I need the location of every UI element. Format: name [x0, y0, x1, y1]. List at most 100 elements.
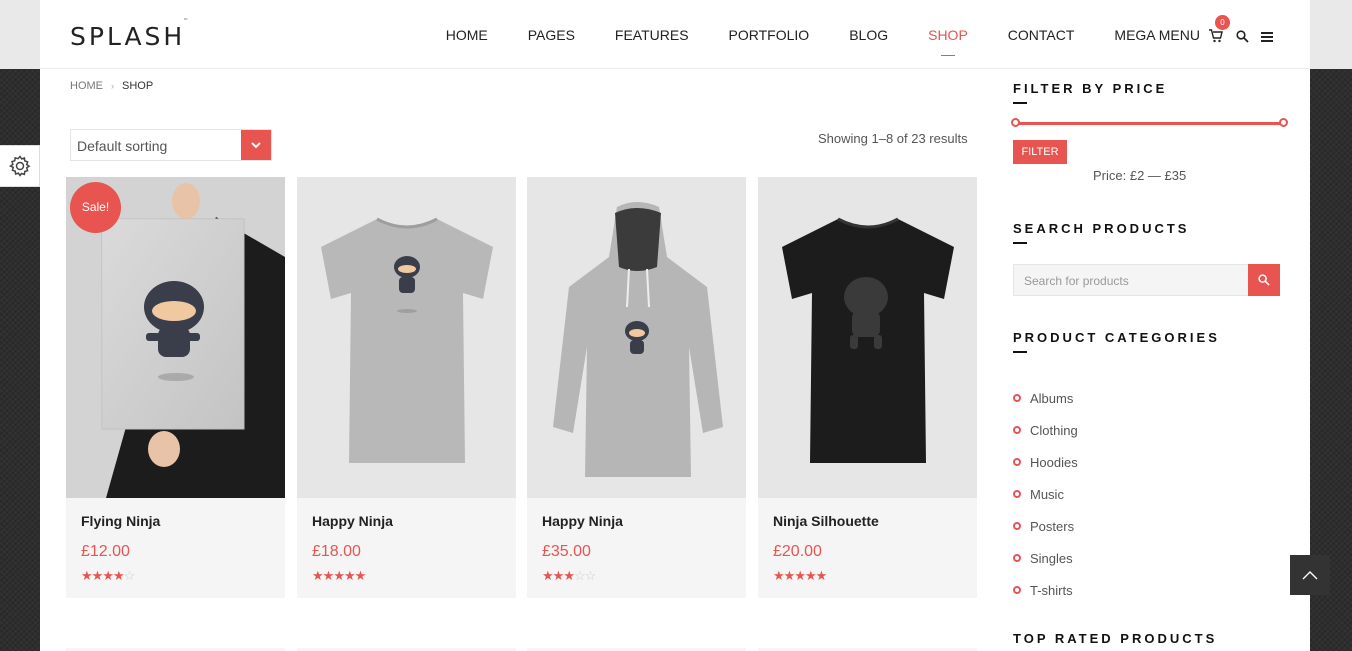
star-filled-icon: ★: [312, 568, 324, 583]
product-rating: ★★★★★: [312, 568, 366, 584]
sorting-selected-value: Default sorting: [77, 138, 168, 154]
sorting-select[interactable]: Default sorting: [70, 129, 272, 161]
page-container: SPLASH™ HOME PAGES FEATURES PORTFOLIO BL…: [40, 0, 1310, 651]
star-filled-icon: ★: [804, 568, 817, 583]
product-price: £12.00: [81, 543, 130, 560]
star-filled-icon: ★: [815, 568, 828, 583]
price-range-label: Price: £2 — £35: [1093, 168, 1187, 183]
product-name[interactable]: Happy Ninja: [312, 513, 393, 529]
product-rating: ★★★★★: [773, 568, 828, 584]
star-filled-icon: ★: [563, 568, 575, 583]
category-list: Albums Clothing Hoodies Music Posters Si…: [1013, 382, 1078, 606]
category-item[interactable]: Posters: [1013, 510, 1078, 542]
product-image[interactable]: [297, 177, 516, 498]
product-name[interactable]: Flying Ninja: [81, 513, 160, 529]
header-icons: 0: [1200, 0, 1310, 69]
sorting-dropdown-button[interactable]: [241, 130, 271, 160]
cart-count-badge: 0: [1215, 15, 1230, 30]
product-search-input[interactable]: Search for products: [1013, 264, 1280, 296]
product-price: £20.00: [773, 543, 822, 560]
nav-home[interactable]: HOME: [446, 28, 488, 42]
star-filled-icon: ★: [322, 568, 335, 583]
star-filled-icon: ★: [794, 568, 806, 583]
settings-panel-toggle[interactable]: [0, 145, 40, 187]
star-filled-icon: ★: [343, 568, 356, 583]
star-filled-icon: ★: [112, 568, 125, 583]
gear-icon: [8, 155, 30, 177]
nav-shop[interactable]: SHOP: [928, 28, 968, 56]
category-item[interactable]: T-shirts: [1013, 574, 1078, 606]
scroll-to-top-button[interactable]: [1290, 555, 1330, 595]
nav-pages[interactable]: PAGES: [528, 28, 575, 42]
search-products-title: SEARCH PRODUCTS: [1013, 221, 1190, 244]
category-item[interactable]: Singles: [1013, 542, 1078, 574]
nav-blog[interactable]: BLOG: [849, 28, 888, 42]
star-empty-icon: ☆: [123, 568, 136, 583]
sale-badge: Sale!: [70, 182, 121, 233]
product-card[interactable]: Ninja Silhouette £20.00 ★★★★★: [758, 177, 977, 598]
product-rating: ★★★☆☆: [542, 568, 597, 584]
product-name[interactable]: Ninja Silhouette: [773, 513, 879, 529]
product-image[interactable]: Sale!: [66, 177, 285, 498]
circle-bullet-icon: [1013, 394, 1021, 402]
star-filled-icon: ★: [91, 568, 104, 583]
grey-hoodie-image: [527, 177, 746, 498]
nav-portfolio[interactable]: PORTFOLIO: [729, 28, 810, 42]
product-image[interactable]: [758, 177, 977, 498]
star-filled-icon: ★: [333, 568, 345, 583]
star-filled-icon: ★: [552, 568, 565, 583]
product-price: £35.00: [542, 543, 591, 560]
product-card[interactable]: Happy Ninja £18.00 ★★★★★: [297, 177, 516, 598]
category-item[interactable]: Music: [1013, 478, 1078, 510]
category-item[interactable]: Clothing: [1013, 414, 1078, 446]
chevron-down-icon: [251, 141, 261, 148]
search-placeholder: Search for products: [1024, 274, 1129, 288]
site-logo[interactable]: SPLASH™: [70, 18, 190, 51]
product-categories-title: PRODUCT CATEGORIES: [1013, 330, 1220, 353]
top-rated-products-title: TOP RATED PRODUCTS: [1013, 631, 1218, 646]
nav-mega-menu[interactable]: MEGA MENU: [1114, 28, 1200, 42]
search-icon: [1258, 274, 1270, 286]
main-nav: HOME PAGES FEATURES PORTFOLIO BLOG SHOP …: [446, 0, 1200, 69]
circle-bullet-icon: [1013, 490, 1021, 498]
product-image[interactable]: [527, 177, 746, 498]
chevron-up-icon: [1302, 571, 1318, 580]
product-price: £18.00: [312, 543, 361, 560]
breadcrumb-current: SHOP: [122, 80, 154, 92]
search-submit-button[interactable]: [1248, 264, 1280, 296]
cart-icon[interactable]: [1209, 29, 1223, 43]
product-name[interactable]: Happy Ninja: [542, 513, 623, 529]
price-slider-max-handle[interactable]: [1279, 118, 1288, 127]
breadcrumb-home[interactable]: HOME: [70, 80, 103, 92]
circle-bullet-icon: [1013, 554, 1021, 562]
product-card[interactable]: Sale! Flying Ninja £12.00 ★★★★☆: [66, 177, 285, 598]
star-empty-icon: ☆: [573, 568, 586, 583]
nav-contact[interactable]: CONTACT: [1008, 28, 1075, 42]
star-empty-icon: ☆: [584, 568, 597, 583]
star-filled-icon: ★: [81, 568, 93, 583]
hamburger-menu-icon[interactable]: [1261, 32, 1273, 42]
category-item[interactable]: Albums: [1013, 382, 1078, 414]
site-header: SPLASH™ HOME PAGES FEATURES PORTFOLIO BL…: [40, 0, 1310, 69]
circle-bullet-icon: [1013, 522, 1021, 530]
result-count: Showing 1–8 of 23 results: [818, 131, 968, 146]
price-slider-min-handle[interactable]: [1011, 118, 1020, 127]
star-filled-icon: ★: [542, 568, 554, 583]
grey-tshirt-image: [297, 177, 516, 498]
breadcrumb: HOME › SHOP: [70, 80, 153, 92]
price-slider[interactable]: [1011, 118, 1288, 127]
star-filled-icon: ★: [102, 568, 114, 583]
circle-bullet-icon: [1013, 458, 1021, 466]
nav-features[interactable]: FEATURES: [615, 28, 689, 42]
circle-bullet-icon: [1013, 426, 1021, 434]
product-card[interactable]: Happy Ninja £35.00 ★★★☆☆: [527, 177, 746, 598]
filter-button[interactable]: FILTER: [1013, 140, 1067, 164]
circle-bullet-icon: [1013, 586, 1021, 594]
category-item[interactable]: Hoodies: [1013, 446, 1078, 478]
filter-by-price-title: FILTER BY PRICE: [1013, 81, 1168, 104]
star-filled-icon: ★: [783, 568, 796, 583]
product-rating: ★★★★☆: [81, 568, 136, 584]
black-tshirt-image: [758, 177, 977, 498]
star-filled-icon: ★: [773, 568, 785, 583]
search-icon[interactable]: [1236, 30, 1249, 43]
